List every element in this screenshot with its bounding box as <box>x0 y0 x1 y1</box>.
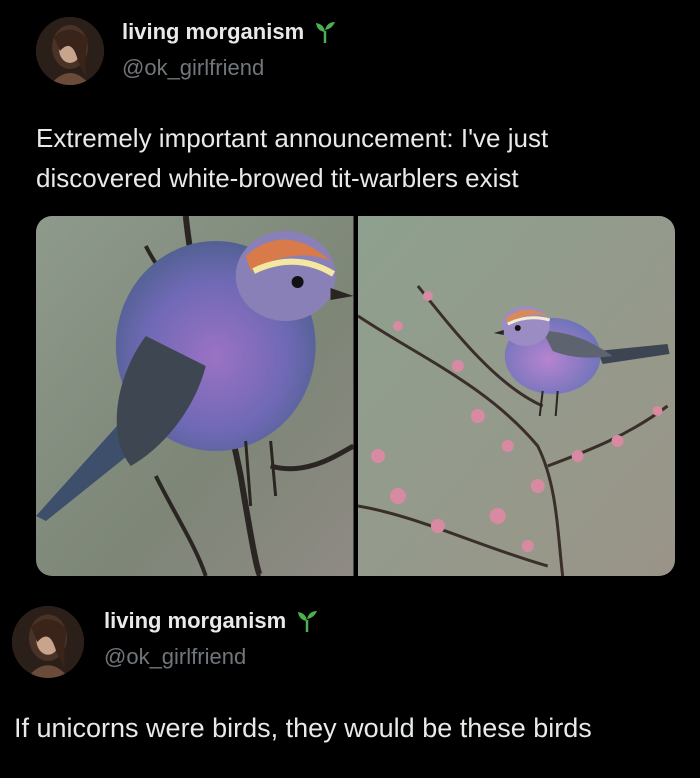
author-handle[interactable]: @ok_girlfriend <box>122 55 264 81</box>
bird-photo <box>36 216 354 576</box>
author-row: living morganism <box>122 19 338 45</box>
sprout-icon <box>298 611 318 632</box>
author-row: living morganism <box>104 608 320 634</box>
tweet-text: Extremely important announcement: I've j… <box>36 123 549 193</box>
avatar[interactable] <box>12 606 84 678</box>
bird-photo <box>357 216 675 576</box>
author-name[interactable]: living morganism <box>122 19 304 45</box>
author-handle[interactable]: @ok_girlfriend <box>104 644 246 670</box>
avatar[interactable] <box>36 17 104 85</box>
avatar-image <box>36 17 104 85</box>
avatar-image <box>12 606 84 678</box>
author-name[interactable]: living morganism <box>104 608 286 634</box>
bird-photo-left[interactable] <box>36 216 354 576</box>
media-grid[interactable] <box>36 216 675 576</box>
tweet-text: If unicorns were birds, they would be th… <box>14 713 592 743</box>
bird-photo-right[interactable] <box>357 216 675 576</box>
sprout-icon <box>316 22 336 43</box>
